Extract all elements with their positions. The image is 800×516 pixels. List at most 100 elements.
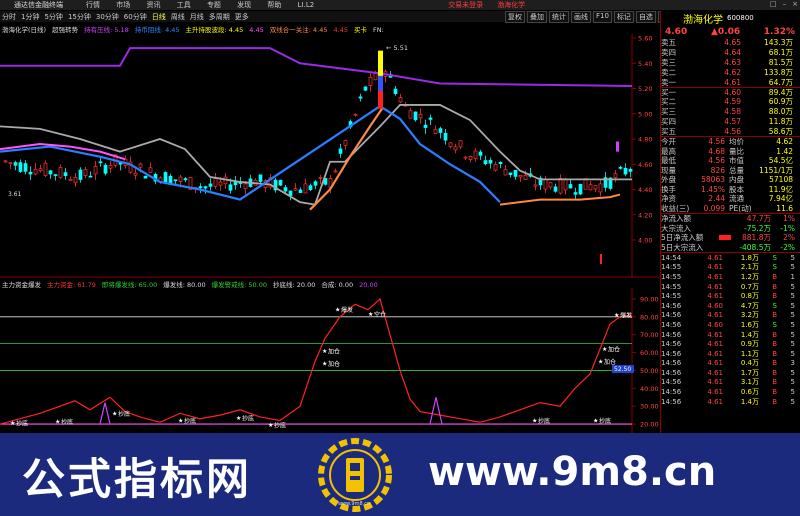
stock-link[interactable]: 渤海化学 bbox=[497, 0, 525, 10]
candle-body bbox=[73, 176, 78, 184]
tool-watchlist[interactable]: 自选 bbox=[635, 10, 656, 23]
price-tick-label: 5.00 bbox=[638, 110, 652, 118]
candle-body bbox=[353, 113, 358, 116]
tick-row: 14:55 4.61 0.8万 B 5 bbox=[661, 291, 800, 301]
tab-60min[interactable]: 60分钟 bbox=[124, 12, 147, 22]
candle-body bbox=[568, 184, 573, 189]
signal-label: 加仓 bbox=[328, 347, 340, 355]
ind-tick-label: 60.00 bbox=[640, 349, 659, 357]
tick-count: 1 bbox=[790, 272, 795, 281]
signal-star-icon: ★ bbox=[112, 410, 117, 417]
menu-news[interactable]: 资讯 bbox=[146, 1, 160, 9]
orderbook-row[interactable]: 买五 4.56 58.6万 bbox=[661, 126, 800, 136]
menu-help[interactable]: 帮助 bbox=[267, 1, 281, 9]
capital-indicator-chart[interactable]: 90.00 80.00 70.00 60.00 50.00 40.00 30.00 20.00… bbox=[0, 288, 660, 433]
tab-multi[interactable]: 多周期 bbox=[209, 12, 230, 22]
login-link[interactable]: 交易未登录 bbox=[448, 0, 483, 10]
stat-row: 收益(三) 0.099 PE(动) 11.6 bbox=[661, 203, 800, 213]
menu-discover[interactable]: 发现 bbox=[237, 1, 251, 9]
candle-body bbox=[418, 113, 423, 119]
tab-5min[interactable]: 5分钟 bbox=[44, 12, 62, 22]
tick-volume: 0.8万 bbox=[740, 292, 759, 301]
candle-body bbox=[398, 97, 403, 103]
spike-line bbox=[429, 397, 443, 425]
watermark-site: www.9m8.cn bbox=[338, 501, 371, 507]
buy-signal-bar bbox=[378, 91, 383, 109]
menu-topics[interactable]: 专题 bbox=[207, 1, 221, 9]
tab-timeshare[interactable]: 分时 bbox=[2, 12, 16, 22]
orderbook-row[interactable]: 卖一 4.61 64.7万 bbox=[661, 77, 800, 87]
candle-body bbox=[428, 117, 433, 120]
flow-pct: 2% bbox=[783, 233, 795, 243]
tick-count: 5 bbox=[790, 368, 795, 377]
tick-time: 14:55 bbox=[661, 272, 682, 281]
legend-item: 持币阻线: 4.45 bbox=[134, 26, 180, 34]
tick-time: 14:56 bbox=[661, 378, 682, 387]
candle-body bbox=[283, 187, 288, 192]
menu-quotes[interactable]: 行情 bbox=[86, 1, 100, 9]
candle-body bbox=[8, 162, 13, 165]
resistance-line bbox=[0, 47, 633, 87]
minimize-button[interactable]: – bbox=[783, 0, 787, 8]
ind-tick-label: 70.00 bbox=[640, 331, 659, 339]
value-marker-label: 52.50 bbox=[614, 366, 631, 373]
tool-draw[interactable]: 画线 bbox=[571, 10, 591, 23]
candlestick-chart[interactable]: 5.60 5.40 5.20 5.00 4.80 4.60 4.40 4.20 4.00 ← 5.… bbox=[0, 34, 660, 278]
tick-side: B bbox=[772, 368, 777, 377]
candle-body bbox=[213, 178, 218, 187]
window-controls: □ – × bbox=[770, 0, 798, 8]
tick-time: 14:56 bbox=[661, 340, 682, 349]
signal-star-icon: ★ bbox=[368, 311, 373, 318]
tab-15min[interactable]: 15分钟 bbox=[68, 12, 91, 22]
tool-adjust[interactable]: 复权 bbox=[505, 10, 525, 23]
candle-body bbox=[578, 183, 583, 195]
tab-more[interactable]: 更多 bbox=[235, 12, 249, 22]
tab-daily[interactable]: 日线 bbox=[152, 12, 166, 22]
tick-side: B bbox=[772, 292, 777, 301]
candle-body bbox=[628, 168, 633, 172]
tick-side: B bbox=[772, 330, 777, 339]
price-tick-label: 4.20 bbox=[638, 211, 652, 219]
tool-overlay[interactable]: 叠加 bbox=[527, 10, 547, 23]
menu-market[interactable]: 市场 bbox=[116, 1, 130, 9]
tick-row: 14:56 4.61 1.4万 B 5 bbox=[661, 397, 800, 407]
tool-mark[interactable]: 标记 bbox=[613, 10, 634, 23]
tick-time: 14:56 bbox=[661, 359, 682, 368]
tick-price: 4.61 bbox=[707, 397, 723, 406]
candles bbox=[3, 66, 633, 201]
candle-body bbox=[453, 146, 458, 151]
menu-tools[interactable]: 工具 bbox=[177, 1, 191, 9]
close-button[interactable]: × bbox=[792, 0, 798, 8]
legend-item: 双线合一关注: 4.45 bbox=[269, 26, 328, 34]
candle-body bbox=[278, 179, 283, 186]
trend-line-orange bbox=[499, 193, 621, 206]
stock-stats: 今开 4.56 均价 4.62 最高 4.68 量比 1.42 最低 4.56 市值 54.5亿 现量 8… bbox=[661, 137, 800, 213]
tab-1min[interactable]: 1分钟 bbox=[21, 12, 39, 22]
flow-bar bbox=[719, 245, 731, 250]
tab-30min[interactable]: 30分钟 bbox=[96, 12, 119, 22]
signal-star-icon: ★ bbox=[335, 307, 340, 314]
tick-price: 4.61 bbox=[707, 330, 723, 339]
tool-stats[interactable]: 统计 bbox=[549, 10, 569, 23]
tool-f10[interactable]: F10 bbox=[593, 10, 612, 23]
signal-star-icon: ★ bbox=[322, 360, 327, 367]
candle-body bbox=[468, 155, 473, 160]
candle-body bbox=[368, 77, 373, 86]
signal-label: 抄底 bbox=[242, 414, 254, 422]
candle-body bbox=[543, 179, 548, 190]
candle-body bbox=[78, 169, 83, 180]
tick-row: 14:55 4.61 0.7万 B 5 bbox=[661, 282, 800, 292]
signal-label: 抄底 bbox=[184, 417, 196, 425]
low-price-marker: 3.61 bbox=[8, 191, 22, 198]
signal-star-icon: ★ bbox=[178, 417, 183, 424]
restore-button[interactable]: □ bbox=[770, 0, 777, 8]
tab-monthly[interactable]: 月线 bbox=[190, 12, 204, 22]
tick-row: 14:54 4.61 1.8万 S 5 bbox=[661, 253, 800, 263]
tab-weekly[interactable]: 周线 bbox=[171, 12, 185, 22]
orderbook-volume: 58.6万 bbox=[768, 126, 793, 136]
price-change-pct: 1.32% bbox=[763, 26, 795, 37]
tick-list[interactable]: 14:54 4.61 1.8万 S 5 14:55 4.61 2.1万 S 5 14:55 4.61 1… bbox=[661, 253, 800, 407]
stat-label: PE(动) bbox=[729, 203, 752, 213]
tick-row: 14:56 4.61 1.4万 B 5 bbox=[661, 330, 800, 340]
menu-l2[interactable]: LI.L2 bbox=[298, 1, 315, 9]
